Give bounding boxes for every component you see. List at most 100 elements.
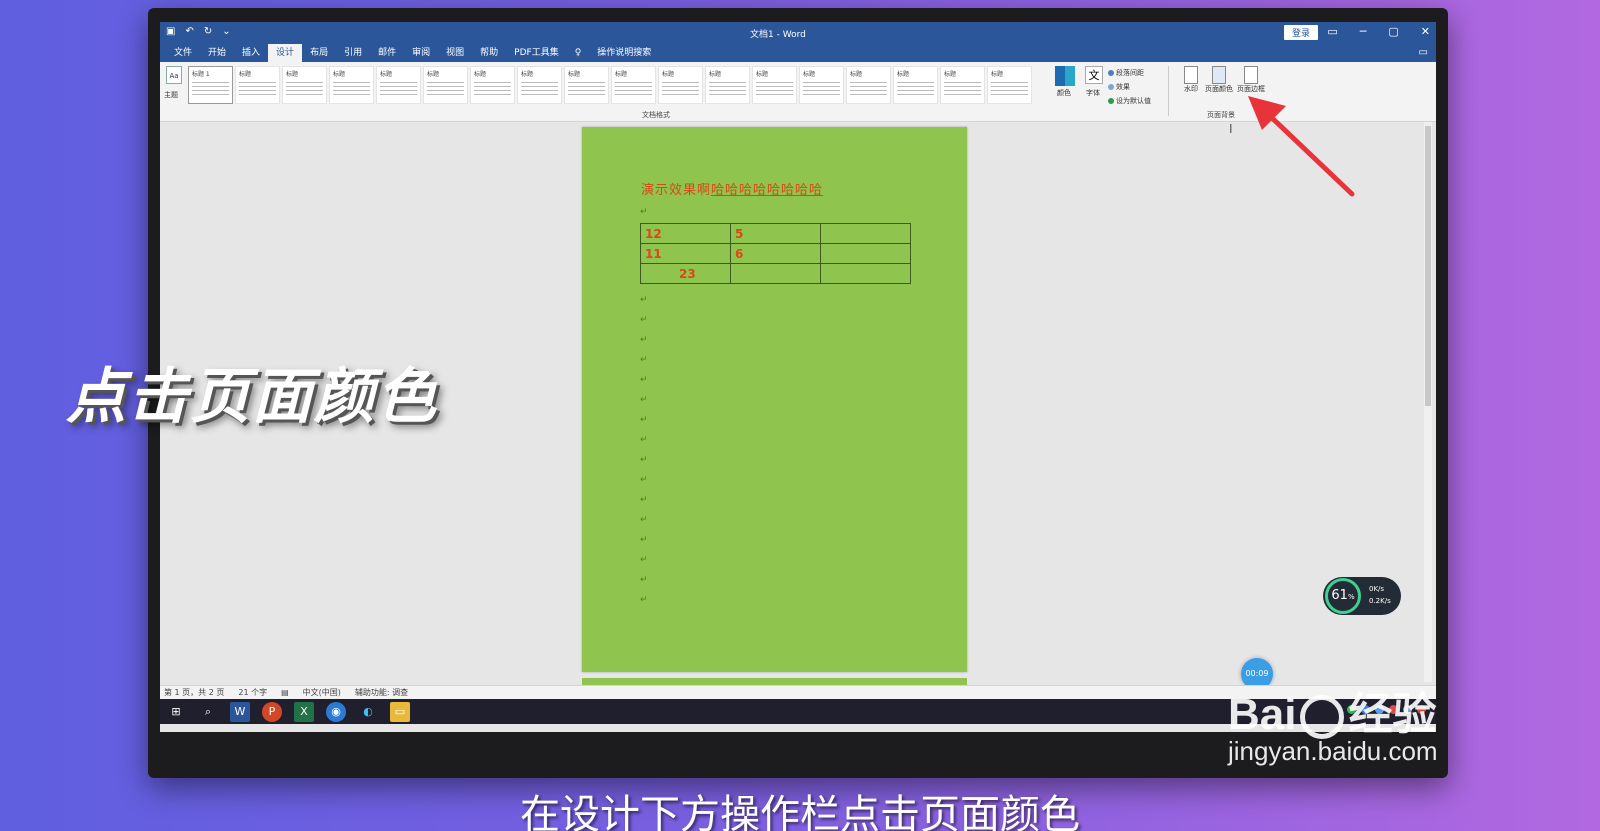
style-gallery-item[interactable]: 标题 [611,66,656,104]
table-cell[interactable] [730,263,821,284]
customize-qat-icon[interactable]: ⌄ [222,26,230,37]
style-gallery-item[interactable]: 标题 [752,66,797,104]
table-cell[interactable] [820,243,911,264]
paragraph-mark: ↵ [640,207,648,217]
table-cell[interactable] [820,263,911,284]
tab-pdf-tools[interactable]: PDF工具集 [506,44,567,62]
word-app-icon[interactable]: W [230,701,250,722]
set-default-button[interactable]: 设为默认值 [1108,94,1151,108]
fonts-icon[interactable]: 文 [1085,66,1103,84]
style-gallery: 标题 1 标题 标题 标题 标题 标题 标题 标题 标题 标题 标题 标题 标题 标题 标题 标题 标题 标题 [188,66,1043,106]
effects-button[interactable]: 效果 [1108,80,1151,94]
language-indicator[interactable]: 中文(中国) [303,687,341,698]
redo-icon[interactable]: ↻ [204,26,212,37]
style-gallery-item[interactable]: 标题 [893,66,938,104]
style-gallery-item[interactable]: 标题 [470,66,515,104]
style-gallery-item[interactable]: 标题 [329,66,374,104]
document-heading[interactable]: 演示效果啊哈哈哈哈哈哈哈哈 [641,179,823,198]
paragraph-spacing-button[interactable]: 段落间距 [1108,66,1151,80]
maximize-icon[interactable]: ▢ [1388,25,1398,38]
paragraph-mark: ↵ [640,555,648,565]
heading-text: 演示效果啊 [641,183,712,198]
document-table[interactable]: 12 5 11 6 23 [640,223,911,284]
comment-icon[interactable]: ▭ [1419,47,1428,58]
tab-view[interactable]: 视图 [438,44,472,62]
tab-review[interactable]: 审阅 [404,44,438,62]
page-borders-button[interactable]: 页面边框 [1236,66,1266,94]
browser-app-icon[interactable]: ◉ [326,701,346,722]
table-cell[interactable] [820,223,911,244]
style-item-label: 标题 [756,71,769,78]
style-item-label: 标题 [897,71,910,78]
accessibility-status[interactable]: 辅助功能: 调查 [355,687,408,698]
style-gallery-item[interactable]: 标题 [376,66,421,104]
powerpoint-app-icon[interactable]: P [262,701,282,722]
style-gallery-item[interactable]: 标题 [987,66,1032,104]
style-gallery-item[interactable]: 标题 [282,66,327,104]
tab-mailings[interactable]: 邮件 [370,44,404,62]
effects-label: 效果 [1116,83,1130,91]
table-cell[interactable]: 6 [730,243,821,264]
style-gallery-item[interactable]: 标题 [846,66,891,104]
tab-insert[interactable]: 插入 [234,44,268,62]
table-row: 12 5 [640,223,911,244]
paragraph-mark: ↵ [640,495,648,505]
document-page[interactable]: 演示效果啊哈哈哈哈哈哈哈哈 ↵ 12 5 11 6 23 ↵ ↵ ↵ ↵ ↵ ↵… [582,127,967,672]
style-preview-lines [333,82,370,96]
style-gallery-item[interactable]: 标题 [705,66,750,104]
set-default-label: 设为默认值 [1116,97,1151,105]
style-item-label: 标题 [568,71,581,78]
word-count[interactable]: 21 个字 [238,687,267,698]
style-preview-lines [803,82,840,96]
scrollbar-thumb[interactable] [1425,126,1431,406]
style-gallery-item[interactable]: 标题 [799,66,844,104]
search-icon[interactable]: ⌕ [198,702,218,722]
tab-design[interactable]: 设计 [268,44,303,62]
excel-app-icon[interactable]: X [294,701,314,722]
style-item-label: 标题 [944,71,957,78]
edge-app-icon[interactable]: ◐ [358,702,378,722]
style-gallery-item[interactable]: 标题 [235,66,280,104]
page-color-button[interactable]: 页面颜色 [1204,66,1234,94]
tab-help[interactable]: 帮助 [472,44,506,62]
proofing-icon[interactable]: ▤ [281,688,289,697]
close-icon[interactable]: ✕ [1421,25,1430,38]
style-gallery-item[interactable]: 标题 [423,66,468,104]
colors-icon[interactable] [1055,66,1075,86]
style-gallery-item[interactable]: 标题 [517,66,562,104]
style-item-label: 标题 [615,71,628,78]
style-preview-lines [474,82,511,96]
style-gallery-item[interactable]: 标题 1 [188,66,233,104]
theme-icon[interactable]: Aa [166,66,182,84]
login-button[interactable]: 登录 [1283,25,1318,40]
style-gallery-item[interactable]: 标题 [658,66,703,104]
baidu-paw-icon [1300,695,1345,740]
ribbon-display-icon[interactable]: ▭ [1327,25,1337,38]
windows-start-icon[interactable]: ⊞ [166,702,186,722]
tab-layout[interactable]: 布局 [302,44,336,62]
page-count[interactable]: 第 1 页，共 2 页 [164,687,224,698]
style-gallery-item[interactable]: 标题 [940,66,985,104]
watermark-button[interactable]: 水印 [1176,66,1206,94]
tab-home[interactable]: 开始 [200,44,234,62]
save-icon[interactable]: ▣ [166,26,175,37]
style-item-label: 标题 [474,71,487,78]
tell-me-search[interactable]: 操作说明搜索 [589,44,659,62]
table-cell[interactable]: 23 [640,263,731,284]
tab-file[interactable]: 文件 [166,44,200,62]
style-gallery-item[interactable]: 标题 [564,66,609,104]
minimize-icon[interactable]: ─ [1360,25,1367,38]
undo-icon[interactable]: ↶ [185,26,193,37]
vertical-scrollbar[interactable] [1424,122,1432,682]
style-preview-lines [756,82,793,96]
tab-references[interactable]: 引用 [336,44,370,62]
file-explorer-icon[interactable]: ▭ [390,701,410,722]
baidu-watermark: Bai 经验 jingyan.baidu.com [1228,678,1438,767]
upload-speed: 0K/s [1369,585,1385,593]
table-cell[interactable]: 11 [640,243,731,264]
table-cell[interactable]: 12 [640,223,731,244]
style-item-label: 标题 [239,71,252,78]
menu-bar: 文件 开始 插入 设计 布局 引用 邮件 审阅 视图 帮助 PDF工具集 ♀ 操… [160,44,1436,62]
style-item-label: 标题 [803,71,816,78]
table-cell[interactable]: 5 [730,223,821,244]
